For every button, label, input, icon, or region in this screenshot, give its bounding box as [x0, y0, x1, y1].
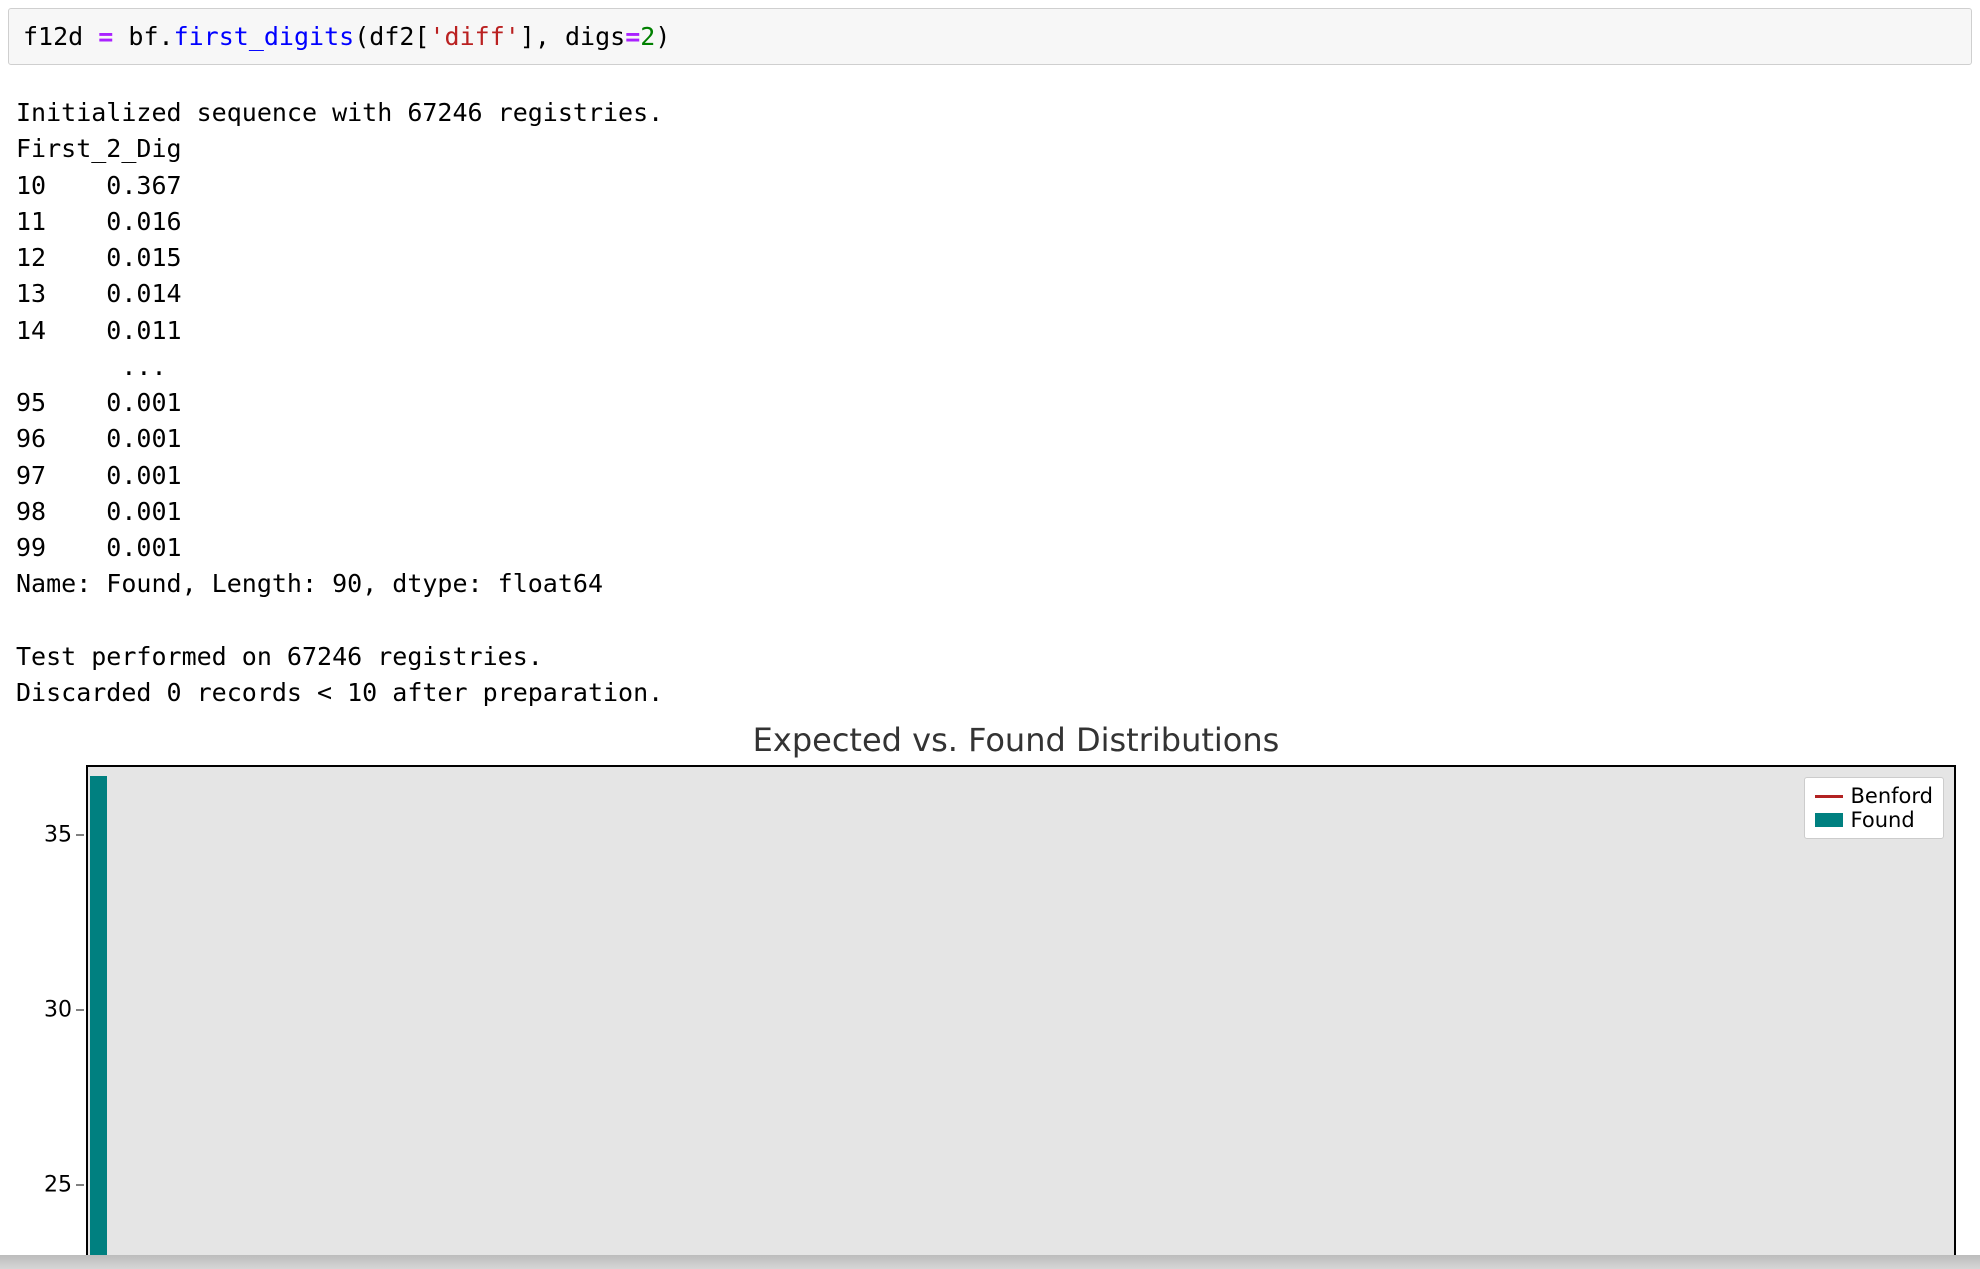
code-lparen: (	[354, 22, 369, 51]
chart-bar	[90, 776, 107, 1256]
code-lbrack: [	[414, 22, 429, 51]
code-assign: =	[98, 22, 113, 51]
code-kw: digs	[565, 22, 625, 51]
ytick-mark	[76, 835, 84, 836]
ytick-label: 25	[44, 1173, 72, 1198]
chart-legend: Benford Found	[1804, 777, 1944, 839]
legend-label: Found	[1851, 808, 1915, 832]
bottom-shadow	[0, 1255, 1980, 1269]
code-rparen: )	[655, 22, 670, 51]
code-argobj: df2	[369, 22, 414, 51]
legend-line-icon	[1815, 795, 1843, 798]
code-kwassign: =	[625, 22, 640, 51]
code-var: f12d	[23, 22, 83, 51]
chart-yaxis: 25 30 35	[16, 765, 86, 1255]
ytick-mark	[76, 1010, 84, 1011]
chart-plot-area: Benford Found	[86, 765, 1956, 1255]
code-rbrack: ]	[520, 22, 535, 51]
legend-label: Benford	[1851, 784, 1933, 808]
output-text: Initialized sequence with 67246 registri…	[0, 65, 1980, 721]
chart-title: Expected vs. Found Distributions	[76, 721, 1956, 759]
legend-patch-icon	[1815, 813, 1843, 827]
legend-entry-found: Found	[1815, 808, 1933, 832]
ytick-mark	[76, 1185, 84, 1186]
code-comma: ,	[535, 22, 565, 51]
legend-entry-benford: Benford	[1815, 784, 1933, 808]
ytick-label: 30	[44, 998, 72, 1023]
code-argstr: 'diff'	[429, 22, 519, 51]
code-obj: bf	[128, 22, 158, 51]
code-kwval: 2	[640, 22, 655, 51]
chart: Expected vs. Found Distributions 253035 …	[16, 721, 1956, 1255]
code-func: first_digits	[174, 22, 355, 51]
code-dot: .	[159, 22, 174, 51]
ytick-label: 35	[44, 823, 72, 848]
code-cell[interactable]: f12d = bf.first_digits(df2['diff'], digs…	[8, 8, 1972, 65]
